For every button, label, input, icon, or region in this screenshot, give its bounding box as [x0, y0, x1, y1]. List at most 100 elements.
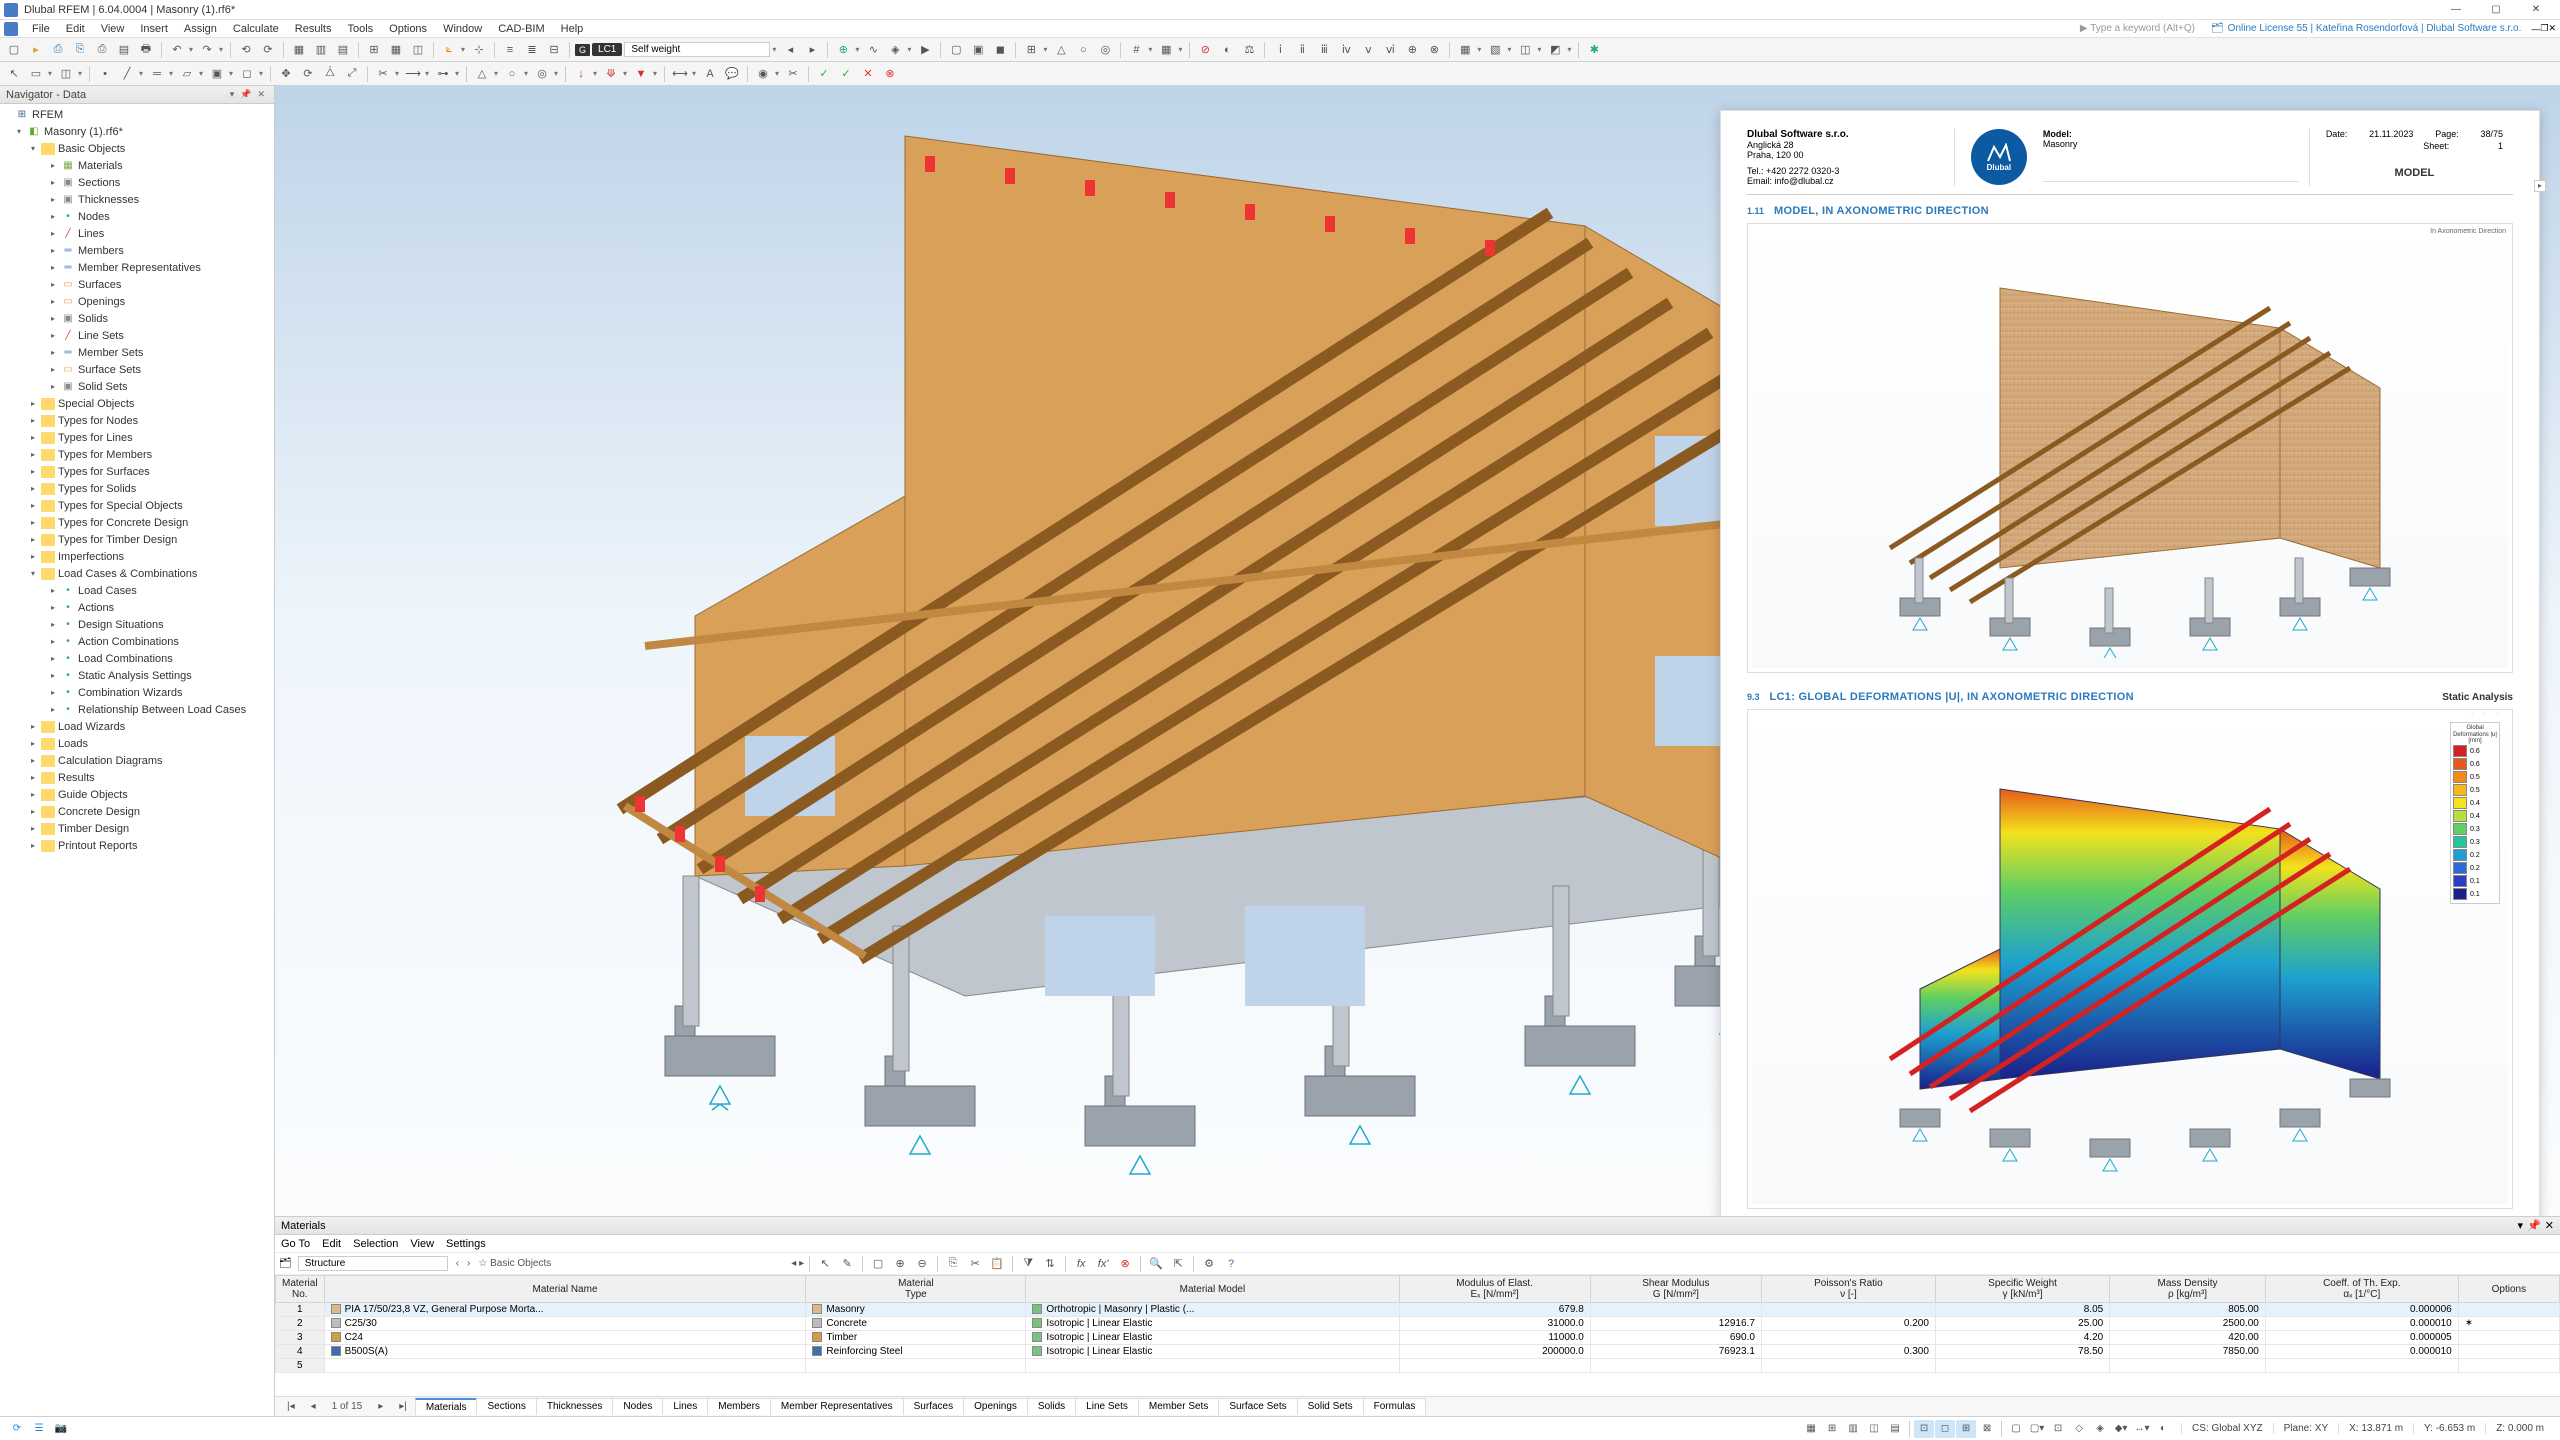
tree-load-wizards[interactable]: ▸Load Wizards — [0, 718, 274, 735]
tbl-delete-icon[interactable]: ⊖ — [912, 1254, 932, 1274]
navigator-icon[interactable]: ⊞ — [364, 40, 384, 60]
rendered-icon[interactable]: ◼ — [990, 40, 1010, 60]
col-header[interactable]: Modulus of Elast.Eₓ [N/mm²] — [1399, 1276, 1590, 1303]
panel-menu-icon[interactable]: ▾ — [2518, 1219, 2524, 1232]
tree-concrete-design[interactable]: ▸Concrete Design — [0, 803, 274, 820]
tbl-clear-icon[interactable]: ⊗ — [1115, 1254, 1135, 1274]
sb-t1-icon[interactable]: ▦ — [1801, 1420, 1821, 1438]
load-surf-icon[interactable]: ▼ — [631, 64, 651, 84]
bp-menu-edit[interactable]: Edit — [322, 1238, 341, 1250]
table-row[interactable]: 2C25/30ConcreteIsotropic | Linear Elasti… — [276, 1317, 2560, 1331]
tbl-cursor-icon[interactable]: ↖ — [815, 1254, 835, 1274]
view-opt2-icon[interactable]: ▧ — [1485, 40, 1505, 60]
menu-insert[interactable]: Insert — [132, 23, 176, 35]
fe1-icon[interactable]: ⅰ — [1270, 40, 1290, 60]
releases-icon[interactable]: ○ — [1073, 40, 1093, 60]
grid-icon[interactable]: ⊹ — [469, 40, 489, 60]
sb-v4-icon[interactable]: ◇ — [2069, 1420, 2089, 1438]
tree-members[interactable]: ▸Members — [0, 242, 274, 259]
view-opt1-icon[interactable]: ▦ — [1455, 40, 1475, 60]
tree-load-cases-combinations[interactable]: ▾Load Cases & Combinations — [0, 565, 274, 582]
sb-v8-icon[interactable]: ◐ — [2153, 1420, 2173, 1438]
sb-snap2-icon[interactable]: ◻ — [1935, 1420, 1955, 1438]
model-check-icon[interactable]: ⊘ — [1195, 40, 1215, 60]
panel-pin-icon[interactable]: 📌 — [2527, 1219, 2541, 1232]
close-button[interactable]: ✕ — [2516, 1, 2556, 19]
menu-edit[interactable]: Edit — [58, 23, 93, 35]
loadcase-select[interactable] — [624, 42, 770, 57]
tab-surface-sets[interactable]: Surface Sets — [1218, 1398, 1297, 1415]
maximize-button[interactable]: ▢ — [2476, 1, 2516, 19]
tab-solids[interactable]: Solids — [1027, 1398, 1076, 1415]
bp-menu-view[interactable]: View — [410, 1238, 434, 1250]
tree-lines[interactable]: ▸Lines — [0, 225, 274, 242]
bp-menu-settings[interactable]: Settings — [446, 1238, 486, 1250]
tree-surfaces[interactable]: ▸Surfaces — [0, 276, 274, 293]
save-all-icon[interactable]: ⎘ — [70, 40, 90, 60]
tree-solid-sets[interactable]: ▸Solid Sets — [0, 378, 274, 395]
menu-view[interactable]: View — [93, 23, 133, 35]
calc-icon[interactable]: ≡ — [500, 40, 520, 60]
table-icon[interactable]: ▦ — [386, 40, 406, 60]
menu-calculate[interactable]: Calculate — [225, 23, 287, 35]
clip-icon[interactable]: ✂ — [783, 64, 803, 84]
structure-select[interactable] — [298, 1256, 448, 1271]
tree-member-representatives[interactable]: ▸Member Representatives — [0, 259, 274, 276]
col-header[interactable]: Material Model — [1026, 1276, 1399, 1303]
tree-line-sets[interactable]: ▸Line Sets — [0, 327, 274, 344]
load-line-icon[interactable]: ⟱ — [601, 64, 621, 84]
minimize-button[interactable]: — — [2436, 1, 2476, 19]
tbl-sort-icon[interactable]: ⇅ — [1040, 1254, 1060, 1274]
tbl-export-icon[interactable]: ⇱ — [1168, 1254, 1188, 1274]
print-icon[interactable]: ⎙ — [92, 40, 112, 60]
tbl-paste-icon[interactable]: 📋 — [987, 1254, 1007, 1274]
tree-guide-objects[interactable]: ▸Guide Objects — [0, 786, 274, 803]
col-header[interactable]: Mass Densityρ [kg/m³] — [2110, 1276, 2266, 1303]
wireframe-icon[interactable]: ▢ — [946, 40, 966, 60]
tbl-opt-icon[interactable]: ⚙ — [1199, 1254, 1219, 1274]
tab-line-sets[interactable]: Line Sets — [1075, 1398, 1139, 1415]
tree-types-for-special-objects[interactable]: ▸Types for Special Objects — [0, 497, 274, 514]
menu-assign[interactable]: Assign — [176, 23, 225, 35]
materials-table[interactable]: MaterialNo.Material NameMaterialTypeMate… — [275, 1275, 2560, 1396]
sb-t5-icon[interactable]: ▤ — [1885, 1420, 1905, 1438]
lc-prev-icon[interactable]: ◂ — [780, 40, 800, 60]
text-icon[interactable]: A — [700, 64, 720, 84]
tree-results[interactable]: ▸Results — [0, 769, 274, 786]
col-header[interactable]: Coeff. of Th. Exp.αₓ [1/°C] — [2265, 1276, 2458, 1303]
surface-tool-icon[interactable]: ▱ — [177, 64, 197, 84]
tree-loads[interactable]: ▸Loads — [0, 735, 274, 752]
new-icon[interactable]: ▢ — [4, 40, 24, 60]
sb-t2-icon[interactable]: ⊞ — [1822, 1420, 1842, 1438]
tab-member-representatives[interactable]: Member Representatives — [770, 1398, 904, 1415]
tree-static-analysis-settings[interactable]: ▸Static Analysis Settings — [0, 667, 274, 684]
nav-close-icon[interactable]: ✕ — [257, 89, 265, 100]
menu-results[interactable]: Results — [287, 23, 340, 35]
panel-icon[interactable]: ◫ — [408, 40, 428, 60]
tree-special-objects[interactable]: ▸Special Objects — [0, 395, 274, 412]
sb-v2-icon[interactable]: ▢▾ — [2027, 1420, 2047, 1438]
table-row[interactable]: 4B500S(A)Reinforcing SteelIsotropic | Li… — [276, 1345, 2560, 1359]
tree-types-for-nodes[interactable]: ▸Types for Nodes — [0, 412, 274, 429]
tree-imperfections[interactable]: ▸Imperfections — [0, 548, 274, 565]
col-header[interactable]: MaterialType — [806, 1276, 1026, 1303]
hinges-icon[interactable]: ◎ — [1095, 40, 1115, 60]
tree-action-combinations[interactable]: ▸Action Combinations — [0, 633, 274, 650]
doc-minimize-button[interactable]: — — [2531, 24, 2540, 34]
move-icon[interactable]: ✥ — [276, 64, 296, 84]
tbl-find-icon[interactable]: 🔍 — [1146, 1254, 1166, 1274]
pin-icon[interactable]: 📌 — [240, 89, 251, 100]
rotate-icon[interactable]: ⟳ — [298, 64, 318, 84]
num-icon[interactable]: # — [1126, 40, 1146, 60]
report-collapse-icon[interactable]: ▸ — [2534, 180, 2546, 192]
sb-snap3-icon[interactable]: ⊞ — [1956, 1420, 1976, 1438]
load-node-icon[interactable]: ↓ — [571, 64, 591, 84]
keyword-search-input[interactable]: ▶ Type a keyword (Alt+Q) — [2074, 23, 2201, 34]
tree-surface-sets[interactable]: ▸Surface Sets — [0, 361, 274, 378]
view-opt3-icon[interactable]: ◫ — [1515, 40, 1535, 60]
col-header[interactable]: Material Name — [324, 1276, 806, 1303]
design-icon[interactable]: ⊟ — [544, 40, 564, 60]
iso-icon[interactable]: ◈ — [885, 40, 905, 60]
col-header[interactable]: MaterialNo. — [276, 1276, 325, 1303]
tbl-cut-icon[interactable]: ✂ — [965, 1254, 985, 1274]
